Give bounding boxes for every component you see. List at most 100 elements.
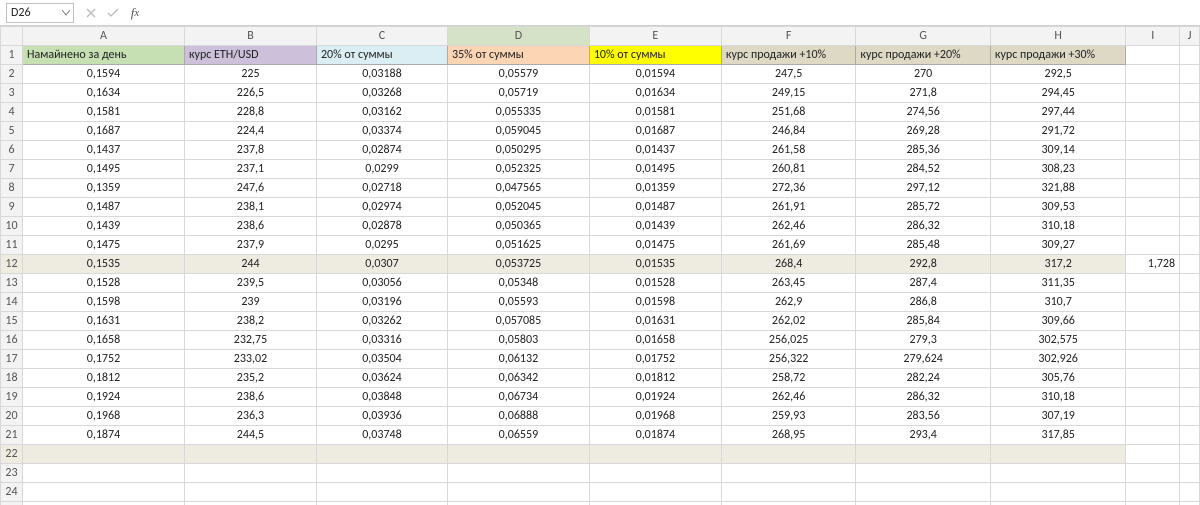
cell[interactable] (1180, 65, 1200, 84)
cell[interactable]: 285,36 (856, 141, 991, 160)
cell[interactable]: 0,01634 (589, 84, 721, 103)
cell[interactable]: 261,69 (721, 236, 856, 255)
row-header[interactable]: 10 (1, 217, 23, 236)
cell[interactable]: 0,05348 (448, 274, 590, 293)
cell[interactable] (1180, 502, 1200, 505)
cell[interactable]: 0,01598 (589, 293, 721, 312)
cell[interactable]: 305,76 (990, 369, 1126, 388)
cell[interactable]: 0,1658 (22, 331, 184, 350)
cell[interactable] (1126, 293, 1180, 312)
cell[interactable]: 239 (184, 293, 316, 312)
cell[interactable]: 0,1812 (22, 369, 184, 388)
cell[interactable]: 226,5 (184, 84, 316, 103)
cell[interactable]: 237,9 (184, 236, 316, 255)
cell[interactable]: 0,06342 (448, 369, 590, 388)
cell[interactable] (990, 483, 1126, 502)
cell[interactable]: 1,728 (1126, 255, 1180, 274)
row-header[interactable]: 19 (1, 388, 23, 407)
cell[interactable] (1126, 331, 1180, 350)
cell[interactable] (1126, 65, 1180, 84)
cell[interactable] (856, 445, 991, 464)
row-header[interactable]: 7 (1, 160, 23, 179)
cell[interactable]: 237,8 (184, 141, 316, 160)
cell[interactable]: 0,03848 (316, 388, 447, 407)
cell[interactable]: 0,1687 (22, 122, 184, 141)
cell[interactable]: 0,02874 (316, 141, 447, 160)
cell[interactable]: 0,1475 (22, 236, 184, 255)
cell[interactable] (1126, 426, 1180, 445)
cell[interactable]: 309,66 (990, 312, 1126, 331)
cell[interactable]: 0,01359 (589, 179, 721, 198)
column-header-D[interactable]: D (448, 27, 590, 46)
cell[interactable] (721, 502, 856, 505)
cell[interactable] (316, 445, 447, 464)
cell[interactable] (589, 483, 721, 502)
cell[interactable]: 0,0299 (316, 160, 447, 179)
cell[interactable]: 0,03624 (316, 369, 447, 388)
cell[interactable]: 0,052325 (448, 160, 590, 179)
row-header[interactable]: 20 (1, 407, 23, 426)
cell[interactable]: 0,01968 (589, 407, 721, 426)
cell[interactable] (1180, 464, 1200, 483)
cell[interactable]: 0,01687 (589, 122, 721, 141)
cell[interactable]: 297,12 (856, 179, 991, 198)
cell[interactable]: 0,01752 (589, 350, 721, 369)
cell[interactable]: 307,19 (990, 407, 1126, 426)
cell[interactable] (22, 445, 184, 464)
cell[interactable]: 0,02718 (316, 179, 447, 198)
cell[interactable]: 0,05803 (448, 331, 590, 350)
cell[interactable]: 239,5 (184, 274, 316, 293)
cell[interactable]: 263,45 (721, 274, 856, 293)
cell[interactable]: 237,1 (184, 160, 316, 179)
column-header-E[interactable]: E (589, 27, 721, 46)
cell[interactable] (1126, 312, 1180, 331)
cell[interactable] (1126, 103, 1180, 122)
column-header-B[interactable]: B (184, 27, 316, 46)
cell[interactable]: 233,02 (184, 350, 316, 369)
cell[interactable] (184, 502, 316, 505)
row-header[interactable]: 16 (1, 331, 23, 350)
cell[interactable]: 0,03504 (316, 350, 447, 369)
table-header-cell[interactable]: 35% от суммы (448, 46, 590, 65)
cell[interactable] (1126, 217, 1180, 236)
cell[interactable] (1126, 369, 1180, 388)
cell[interactable]: 0,03188 (316, 65, 447, 84)
cell[interactable]: 0,057085 (448, 312, 590, 331)
cell[interactable]: 285,84 (856, 312, 991, 331)
cell[interactable]: 259,93 (721, 407, 856, 426)
cell[interactable] (184, 445, 316, 464)
cell[interactable]: 0,02878 (316, 217, 447, 236)
cell[interactable] (589, 502, 721, 505)
column-header-H[interactable]: H (990, 27, 1126, 46)
cell[interactable]: 0,01439 (589, 217, 721, 236)
cell[interactable] (1180, 312, 1200, 331)
cell[interactable]: 247,5 (721, 65, 856, 84)
cell[interactable]: 247,6 (184, 179, 316, 198)
table-header-cell[interactable]: 20% от суммы (316, 46, 447, 65)
cell[interactable] (1126, 84, 1180, 103)
chevron-down-icon[interactable] (62, 6, 70, 20)
cell[interactable] (1126, 160, 1180, 179)
cell[interactable]: 238,6 (184, 217, 316, 236)
cell[interactable]: 249,15 (721, 84, 856, 103)
table-header-cell[interactable]: курс продажи +30% (990, 46, 1126, 65)
cell[interactable] (184, 464, 316, 483)
cell[interactable]: 0,052045 (448, 198, 590, 217)
row-header[interactable]: 13 (1, 274, 23, 293)
cell[interactable] (448, 445, 590, 464)
cell[interactable]: 238,2 (184, 312, 316, 331)
column-header-G[interactable]: G (856, 27, 991, 46)
cell[interactable]: 228,8 (184, 103, 316, 122)
cell[interactable] (1180, 84, 1200, 103)
cell[interactable] (589, 445, 721, 464)
row-header[interactable]: 6 (1, 141, 23, 160)
confirm-icon[interactable] (106, 6, 120, 20)
cell[interactable] (1180, 274, 1200, 293)
cell[interactable]: 286,32 (856, 217, 991, 236)
cell[interactable]: 0,053725 (448, 255, 590, 274)
cell[interactable] (1126, 464, 1180, 483)
cell[interactable]: 0,01631 (589, 312, 721, 331)
cell[interactable] (1126, 445, 1180, 464)
table-header-cell[interactable]: Намайнено за день (22, 46, 184, 65)
cell[interactable]: 0,1495 (22, 160, 184, 179)
